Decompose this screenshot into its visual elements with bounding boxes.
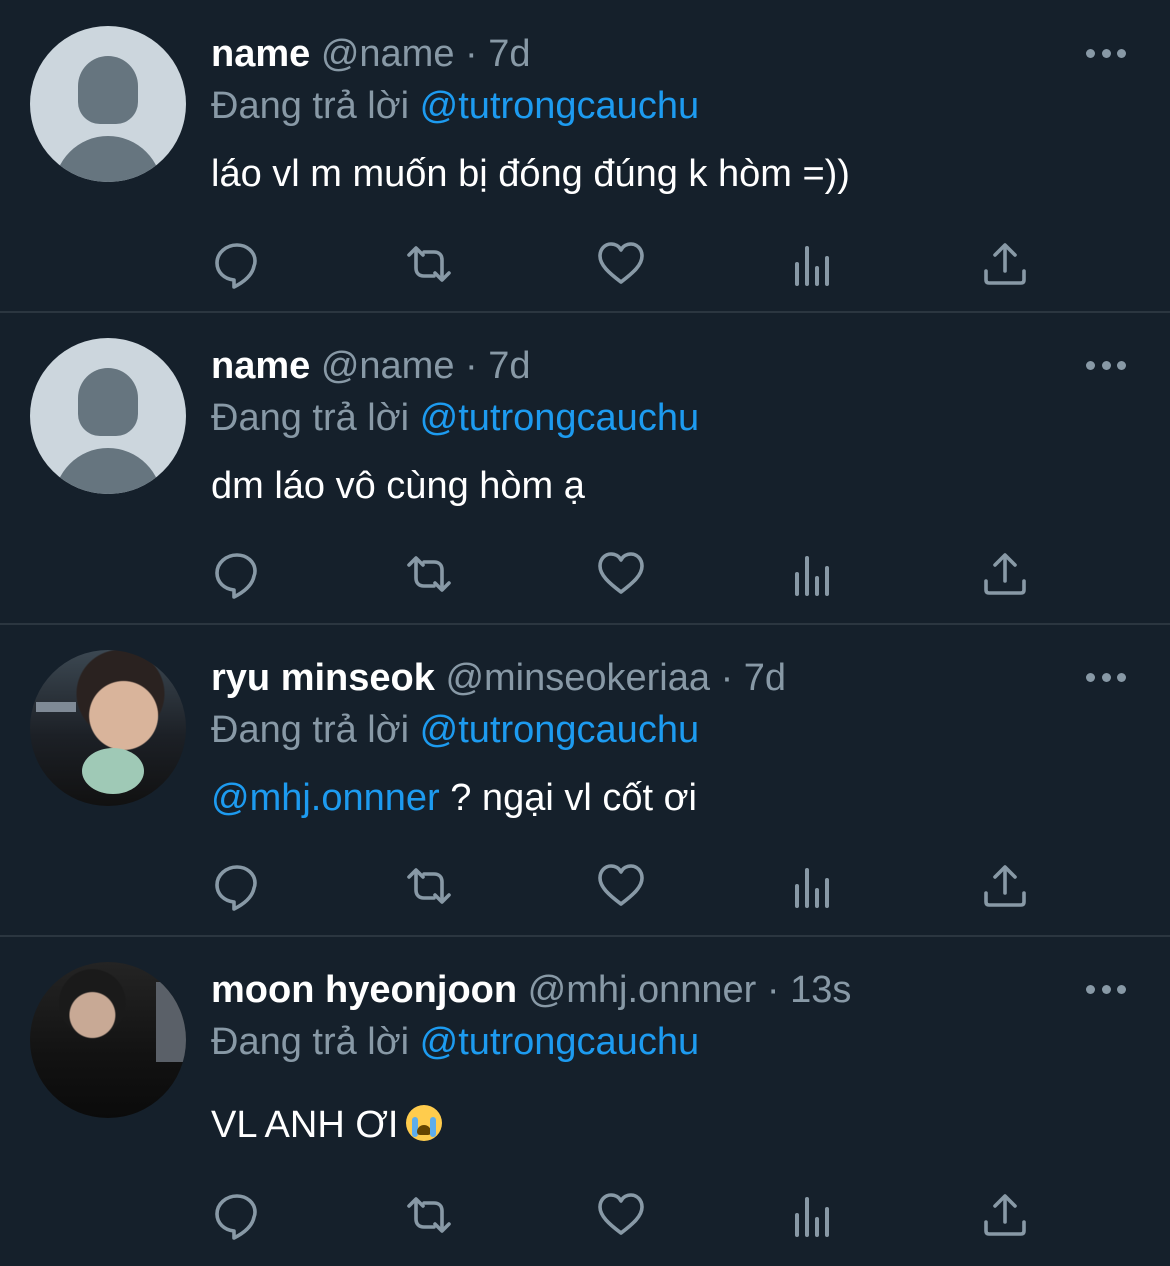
reply-icon[interactable]	[211, 1189, 263, 1241]
tweet-text-body: ? ngại vl cốt ơi	[439, 777, 697, 819]
analytics-icon[interactable]	[787, 548, 839, 600]
avatar[interactable]	[30, 962, 186, 1118]
tweet-text: dm láo vô cùng hòm ạ	[211, 465, 585, 507]
reply-icon[interactable]	[211, 860, 263, 912]
tweet-header: ryu minseok @minseokeriaa · 7d	[211, 654, 786, 702]
tweet[interactable]: moon hyeonjoon @mhj.onnner · 13s Đang tr…	[0, 937, 1170, 1266]
reply-prefix: Đang trả lời	[211, 397, 410, 439]
tweet[interactable]: name @name · 7d Đang trả lời @tutrongcau…	[0, 313, 1170, 625]
timestamp[interactable]: 7d	[488, 345, 530, 387]
timestamp[interactable]: 13s	[790, 969, 851, 1011]
more-options-icon[interactable]	[1086, 982, 1126, 996]
user-handle[interactable]: @minseokeriaa	[445, 657, 710, 699]
reply-to-mention[interactable]: @tutrongcauchu	[420, 85, 699, 127]
like-icon[interactable]	[595, 1189, 647, 1241]
retweet-icon[interactable]	[403, 548, 455, 600]
share-icon[interactable]	[979, 548, 1031, 600]
user-handle[interactable]: @name	[321, 33, 455, 75]
display-name[interactable]: moon hyeonjoon	[211, 969, 517, 1011]
default-avatar-head	[78, 56, 138, 124]
tweet-header: moon hyeonjoon @mhj.onnner · 13s	[211, 966, 851, 1014]
separator-dot: ·	[766, 969, 780, 1011]
reply-to-mention[interactable]: @tutrongcauchu	[420, 397, 699, 439]
user-handle[interactable]: @mhj.onnner	[528, 969, 757, 1011]
share-icon[interactable]	[979, 238, 1031, 290]
avatar-photo-detail	[82, 748, 144, 794]
tweet-text: VL ANH ƠI	[211, 1101, 443, 1149]
default-avatar-body	[54, 448, 162, 494]
separator-dot: ·	[465, 33, 478, 75]
default-avatar-head	[78, 368, 138, 436]
tweet-text: láo vl m muốn bị đóng đúng k hòm =))	[211, 153, 850, 195]
more-options-icon[interactable]	[1086, 670, 1126, 684]
retweet-icon[interactable]	[403, 860, 455, 912]
tweet-text-body: VL ANH ƠI	[211, 1104, 399, 1146]
timestamp[interactable]: 7d	[744, 657, 786, 699]
tweet-header: name @name · 7d	[211, 342, 531, 390]
user-handle[interactable]: @name	[321, 345, 455, 387]
like-icon[interactable]	[595, 860, 647, 912]
more-options-icon[interactable]	[1086, 46, 1126, 60]
replying-to: Đang trả lời @tutrongcauchu	[211, 706, 699, 754]
action-bar	[211, 860, 1071, 912]
display-name[interactable]: name	[211, 33, 310, 75]
reply-icon[interactable]	[211, 238, 263, 290]
action-bar	[211, 238, 1071, 290]
display-name[interactable]: ryu minseok	[211, 657, 435, 699]
share-icon[interactable]	[979, 1189, 1031, 1241]
analytics-icon[interactable]	[787, 1189, 839, 1241]
tweet[interactable]: name @name · 7d Đang trả lời @tutrongcau…	[0, 0, 1170, 312]
reply-prefix: Đang trả lời	[211, 1021, 410, 1063]
tweet-text: @mhj.onnner ? ngại vl cốt ơi	[211, 774, 697, 822]
share-icon[interactable]	[979, 860, 1031, 912]
avatar[interactable]	[30, 26, 186, 182]
loudly-crying-face-icon	[406, 1105, 443, 1141]
tweet-mention[interactable]: @mhj.onnner	[211, 777, 440, 819]
reply-to-mention[interactable]: @tutrongcauchu	[420, 709, 699, 751]
replying-to: Đang trả lời @tutrongcauchu	[211, 82, 699, 130]
avatar-photo-detail	[36, 702, 76, 712]
tweet[interactable]: ryu minseok @minseokeriaa · 7d Đang trả …	[0, 625, 1170, 937]
tweet-header: name @name · 7d	[211, 30, 531, 78]
replying-to: Đang trả lời @tutrongcauchu	[211, 394, 699, 442]
avatar-photo-detail	[156, 982, 186, 1062]
tweet-feed: name @name · 7d Đang trả lời @tutrongcau…	[0, 0, 1170, 1266]
replying-to: Đang trả lời @tutrongcauchu	[211, 1018, 699, 1066]
separator-dot: ·	[720, 657, 734, 699]
avatar[interactable]	[30, 338, 186, 494]
like-icon[interactable]	[595, 238, 647, 290]
reply-prefix: Đang trả lời	[211, 85, 410, 127]
separator-dot: ·	[465, 345, 478, 387]
timestamp[interactable]: 7d	[488, 33, 530, 75]
reply-icon[interactable]	[211, 548, 263, 600]
display-name[interactable]: name	[211, 345, 310, 387]
action-bar	[211, 1189, 1071, 1241]
more-options-icon[interactable]	[1086, 358, 1126, 372]
like-icon[interactable]	[595, 548, 647, 600]
analytics-icon[interactable]	[787, 860, 839, 912]
retweet-icon[interactable]	[403, 1189, 455, 1241]
default-avatar-body	[54, 136, 162, 182]
reply-prefix: Đang trả lời	[211, 709, 410, 751]
avatar[interactable]	[30, 650, 186, 806]
retweet-icon[interactable]	[403, 238, 455, 290]
analytics-icon[interactable]	[787, 238, 839, 290]
action-bar	[211, 548, 1071, 600]
reply-to-mention[interactable]: @tutrongcauchu	[420, 1021, 699, 1063]
